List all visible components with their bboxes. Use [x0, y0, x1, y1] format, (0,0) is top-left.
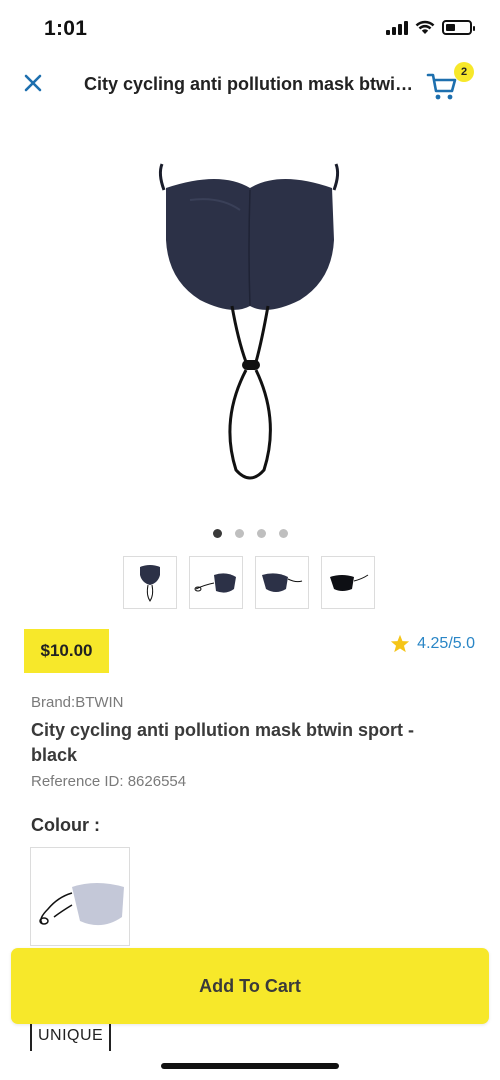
signal-icon	[386, 20, 408, 35]
wifi-icon	[415, 20, 435, 34]
close-button[interactable]	[18, 68, 48, 98]
brand-label: Brand:BTWIN	[31, 694, 124, 711]
product-image[interactable]	[100, 130, 400, 500]
carousel-dot[interactable]	[234, 529, 244, 538]
thumbnail-angled[interactable]	[255, 556, 309, 609]
status-bar: 1:01	[0, 0, 500, 58]
star-icon	[391, 634, 410, 653]
mask-image	[158, 163, 340, 480]
colour-label: Colour :	[31, 815, 100, 835]
thumbnail-side-dark[interactable]	[321, 556, 375, 609]
thumbnail-image	[140, 564, 160, 602]
carousel-dot[interactable]	[256, 529, 266, 538]
thumbnail-side-with-cord[interactable]	[189, 556, 243, 609]
rating[interactable]: 4.25/5.0	[390, 634, 475, 653]
carousel-dot[interactable]	[212, 529, 222, 538]
carousel-dots	[0, 529, 500, 538]
top-bar: City cycling anti pollution mask btwin s…	[0, 58, 500, 114]
product-name: City cycling anti pollution mask btwin s…	[31, 720, 415, 765]
cart-button[interactable]: 2	[424, 62, 474, 104]
thumbnail-image	[330, 574, 369, 591]
home-indicator	[161, 1063, 339, 1069]
battery-icon	[442, 20, 475, 35]
add-to-cart-button[interactable]: Add To Cart	[11, 948, 489, 1024]
price-badge: $10.00	[24, 629, 109, 673]
thumbnail-image	[262, 572, 303, 592]
size-option-unique[interactable]: UNIQUE	[30, 1021, 112, 1051]
cart-count-badge: 2	[454, 62, 474, 82]
reference-id: Reference ID: 8626554	[31, 773, 187, 790]
carousel-dot[interactable]	[278, 529, 288, 538]
status-icons	[386, 20, 475, 35]
close-icon	[24, 74, 42, 92]
thumbnail-image	[194, 572, 236, 593]
thumbnail-front[interactable]	[123, 556, 177, 609]
status-time: 1:01	[44, 17, 88, 40]
swatch-image	[39, 882, 124, 925]
thumbnail-strip	[123, 556, 375, 609]
rating-text: 4.25/5.0	[417, 634, 475, 652]
page-title: City cycling anti pollution mask btwin s…	[84, 74, 414, 94]
colour-swatch[interactable]	[30, 847, 130, 946]
